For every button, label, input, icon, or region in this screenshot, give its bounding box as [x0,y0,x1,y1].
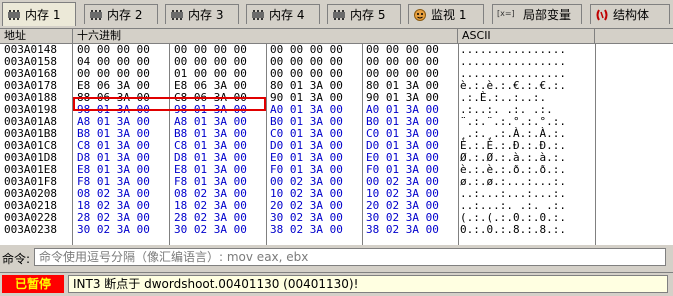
watch-icon [414,8,426,21]
header-address[interactable]: 地址 [0,29,73,43]
tab-label: 结构体 [613,8,650,22]
dump-row[interactable]: 003A0238 30 02 3A 00 30 02 3A 00 38 02 3A 0… [0,224,673,236]
tab-label: 内存 3 [188,8,224,22]
hex-group: 30 02 3A 00 [77,223,150,236]
column-header: 地址 十六进制 ASCII [0,29,673,44]
header-hex[interactable]: 十六进制 [73,29,458,43]
tab-memory-5[interactable]: 内存 5 [327,4,401,24]
memory-icon [171,9,183,20]
tab-memory-2[interactable]: 内存 2 [84,4,158,24]
tab-label: 内存 4 [269,8,305,22]
tab-bar: 内存 1 内存 2 内存 3 内存 4 内存 5 监视 1 [x=] 局部变量 … [0,0,673,28]
status-message: INT3 断点于 dwordshoot.00401130 (00401130)! [68,275,668,293]
command-label: 命令: [2,252,31,266]
tab-label: 局部变量 [523,8,572,22]
selection-highlight [73,97,266,111]
command-bar: 命令: 命令使用逗号分隔（像汇编语言）: mov eax, ebx [0,246,673,268]
memory-icon [8,9,20,20]
tab-memory-4[interactable]: 内存 4 [246,4,320,24]
tab-label: 内存 5 [350,8,386,22]
hex-group: 38 02 3A 00 [366,223,439,236]
dump-rows: 003A0148 00 00 00 00 00 00 00 00 00 00 00 0… [0,44,673,236]
paused-badge: 已暂停 [2,275,64,293]
memory-icon [252,9,264,20]
locals-icon: [x=] [497,8,515,18]
tab-locals[interactable]: [x=] 局部变量 [492,4,582,24]
memory-icon [90,9,102,20]
row-ascii: 0.:.0.:.8.:.8.:. [460,223,566,236]
hex-group: 30 02 3A 00 [174,223,247,236]
tab-label: 内存 2 [107,8,143,22]
tab-label: 内存 1 [25,8,61,22]
header-ascii[interactable]: ASCII [458,29,595,43]
hex-group: 38 02 3A 00 [270,223,343,236]
status-bar: 已暂停 INT3 断点于 dwordshoot.00401130 (004011… [0,272,673,296]
command-input[interactable]: 命令使用逗号分隔（像汇编语言）: mov eax, ebx [34,248,666,266]
tab-label: 监视 1 [431,8,467,22]
row-address: 003A0238 [4,223,57,236]
tab-watch-1[interactable]: 监视 1 [408,4,484,24]
struct-icon [596,8,608,21]
tab-memory-1[interactable]: 内存 1 [2,2,76,26]
memory-dump-panel[interactable]: 地址 十六进制 ASCII 003A0148 00 00 00 00 00 00 0… [0,28,673,245]
memory-icon [333,9,345,20]
tab-memory-3[interactable]: 内存 3 [165,4,239,24]
tab-struct[interactable]: 结构体 [590,4,670,24]
